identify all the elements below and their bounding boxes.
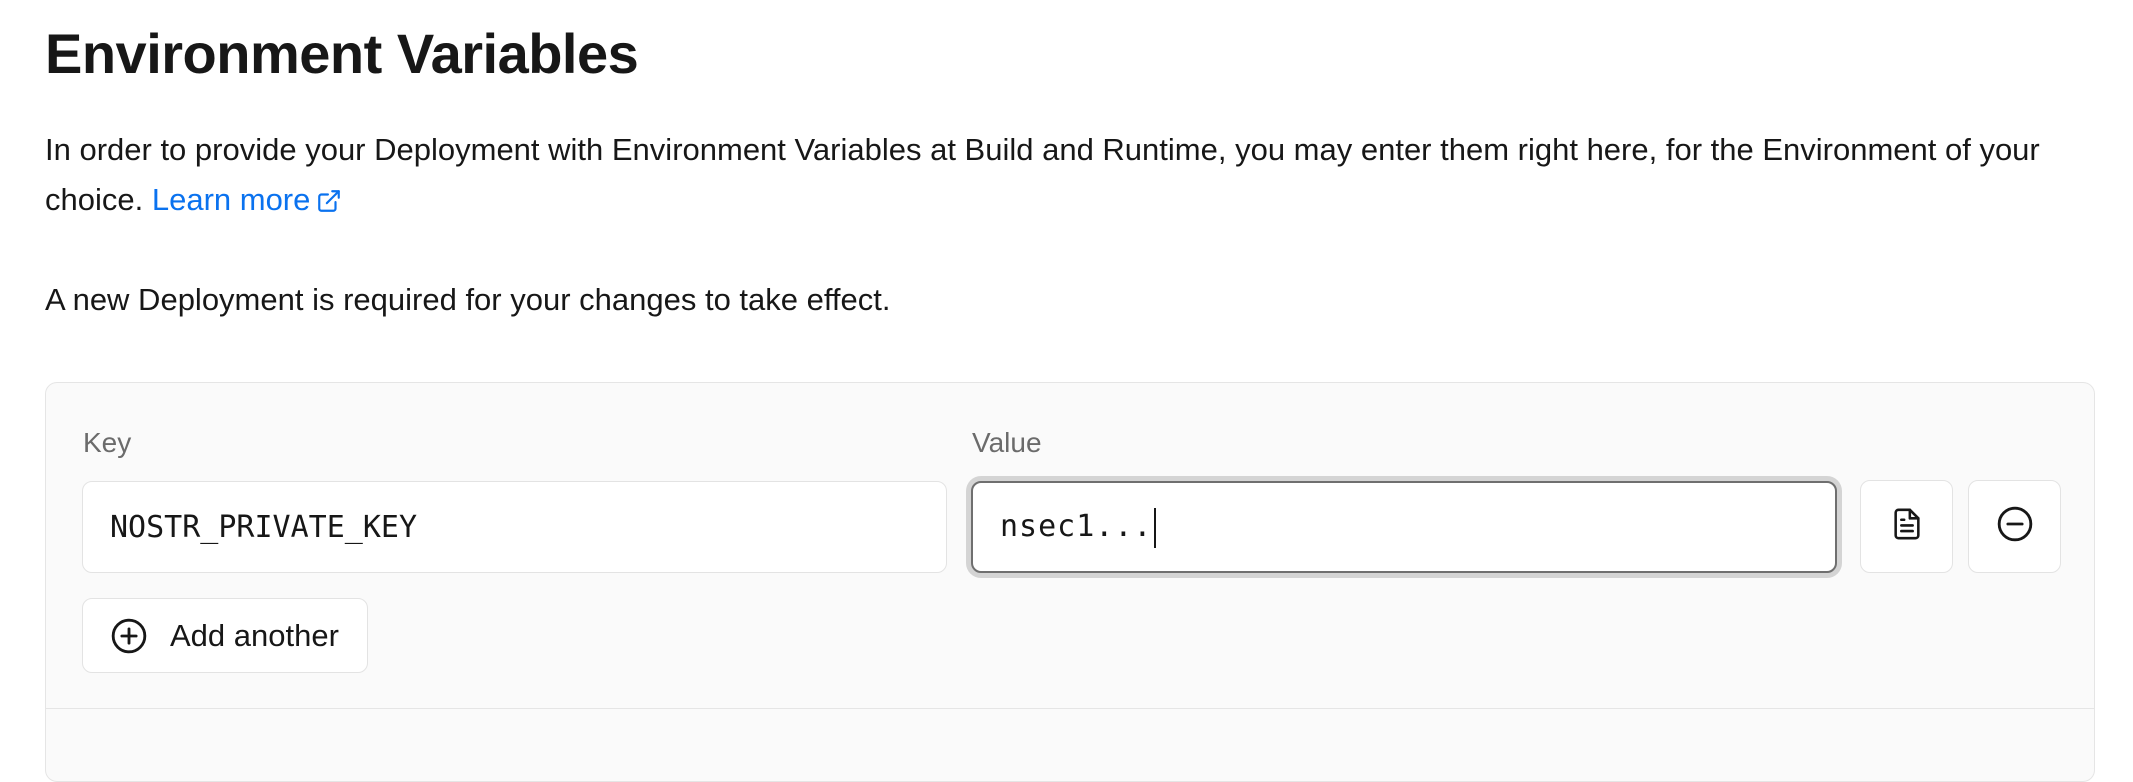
page-title: Environment Variables: [45, 22, 639, 85]
value-input[interactable]: nsec1...: [971, 481, 1837, 573]
page-description: In order to provide your Deployment with…: [45, 125, 2105, 229]
text-caret: [1153, 507, 1156, 548]
paste-env-button[interactable]: [1860, 480, 1953, 573]
env-variables-panel: Key Value NOSTR_PRIVATE_KEY nsec1... Add…: [45, 382, 2095, 782]
learn-more-link[interactable]: Learn more: [152, 182, 343, 217]
plus-circle-icon: [110, 617, 148, 655]
key-input[interactable]: NOSTR_PRIVATE_KEY: [82, 481, 947, 573]
document-icon: [1890, 507, 1924, 546]
add-another-label: Add another: [170, 617, 339, 653]
value-label: Value: [972, 427, 1042, 458]
key-label: Key: [83, 427, 132, 458]
learn-more-label: Learn more: [151, 182, 311, 217]
panel-divider: [46, 708, 2094, 709]
add-another-button[interactable]: Add another: [82, 598, 368, 673]
description-text: In order to provide your Deployment with…: [45, 132, 2040, 217]
value-input-value: nsec1...: [1000, 509, 1153, 544]
minus-circle-icon: [1996, 505, 2034, 548]
remove-row-button[interactable]: [1968, 480, 2061, 573]
external-link-icon: [316, 179, 342, 229]
deployment-notice: A new Deployment is required for your ch…: [45, 282, 891, 317]
key-input-value: NOSTR_PRIVATE_KEY: [110, 510, 418, 545]
